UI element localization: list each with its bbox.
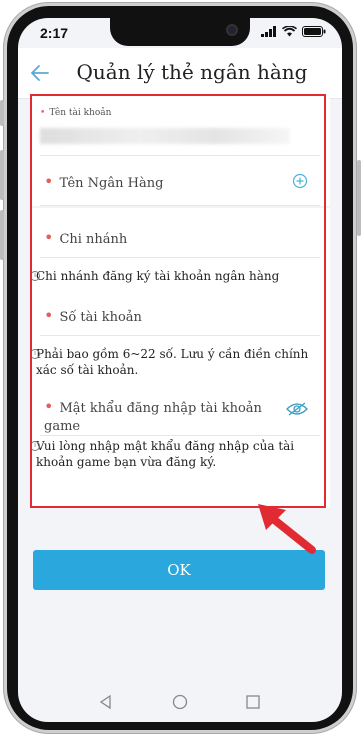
password-field[interactable]: • Mật khẩu đăng nhập tài khoản game [30,380,330,436]
bank-name-label: Tên Ngân Hàng [59,176,164,191]
ok-button[interactable]: OK [33,550,325,590]
branch-hint-text: Chi nhánh đăng ký tài khoản ngân hàng [36,269,280,283]
account-number-field[interactable]: • Số tài khoản [30,286,330,336]
battery-icon [302,26,326,37]
account-number-hint: i Phải bao gồm 6~22 số. Lưu ý cần điền c… [30,346,326,378]
status-time: 2:17 [40,25,69,41]
signal-icon [261,26,276,37]
bank-card-form: • Tên tài khoản • Tên Ngân Hàng • Chi nhánh… [30,98,330,508]
nav-recents-icon[interactable] [246,695,260,709]
mute-switch [0,100,4,126]
page-header: Quản lý thẻ ngân hàng [18,48,342,99]
front-camera [228,26,236,34]
volume-up-button [0,150,4,200]
notch [110,18,250,46]
account-number-label: Số tài khoản [59,310,142,325]
branch-label: Chi nhánh [59,232,128,247]
annotation-arrow-icon [258,504,316,554]
volume-down-button [0,210,4,260]
eye-icon[interactable] [286,402,308,416]
required-star: • [44,172,54,191]
info-icon: i [30,349,40,359]
page-title: Quản lý thẻ ngân hàng [76,60,308,84]
plus-circle-icon[interactable] [292,173,308,189]
info-icon: i [30,271,40,281]
account-number-hint-text: Phải bao gồm 6~22 số. Lưu ý cần điền chí… [36,347,309,377]
nav-home-icon[interactable] [172,694,188,710]
password-hint: i Vui lòng nhập mật khẩu đăng nhập của t… [30,438,326,470]
account-name-blurred-value [40,128,290,144]
branch-field[interactable]: • Chi nhánh [30,208,330,258]
required-star: • [44,228,54,247]
nav-back-icon[interactable] [98,694,114,710]
branch-hint: i Chi nhánh đăng ký tài khoản ngân hàng [30,268,326,284]
android-nav-bar [18,688,342,718]
password-label: Mật khẩu đăng nhập tài khoản game [44,401,262,434]
account-name-label: Tên tài khoản [49,108,112,118]
password-hint-text: Vui lòng nhập mật khẩu đăng nhập của tài… [36,439,295,469]
app-screen: 2:17 Quản lý thẻ ngân hàng • Tên tài khoả… [18,18,342,722]
bank-name-field[interactable]: • Tên Ngân Hàng [30,156,330,206]
required-star: • [44,397,54,416]
wifi-icon [282,26,297,37]
required-star: • [40,108,46,118]
info-icon: i [30,441,40,451]
status-icons [261,26,326,37]
account-name-field[interactable]: • Tên tài khoản [30,98,330,156]
required-star: • [44,306,54,325]
power-button [357,160,361,236]
